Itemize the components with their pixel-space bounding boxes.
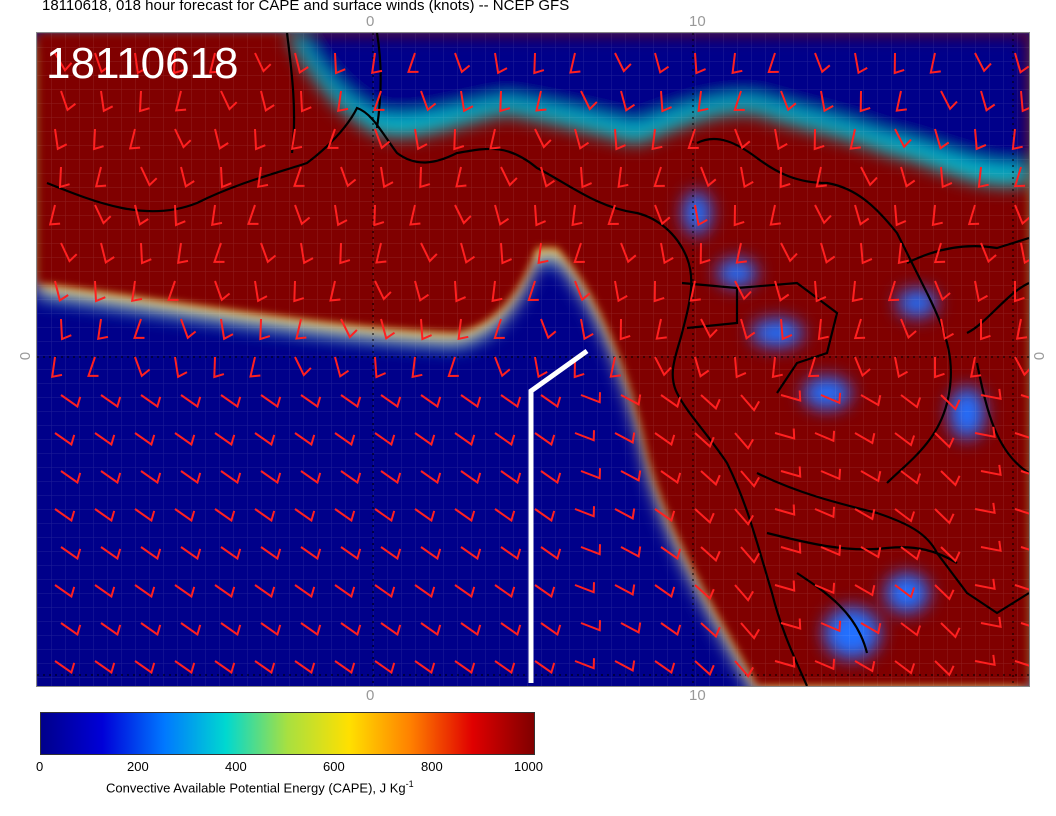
right-tick-0: 0 — [1030, 351, 1048, 361]
left-tick-0: 0 — [16, 351, 34, 361]
cape-field-svg — [37, 33, 1029, 686]
colorbar-caption-text: Convective Available Potential Energy (C… — [106, 780, 406, 796]
top-tick-10: 10 — [689, 13, 706, 30]
bottom-tick-0: 0 — [366, 687, 375, 704]
map-title: 18110618, 018 hour forecast for CAPE and… — [42, 0, 570, 14]
bottom-tick-10: 10 — [689, 687, 706, 704]
colorbar-label-400: 400 — [225, 759, 247, 774]
colorbar-caption-exponent: -1 — [405, 779, 414, 789]
colorbar-label-0: 0 — [36, 759, 44, 774]
colorbar-label-1000: 1000 — [514, 759, 543, 774]
cape-map — [36, 32, 1030, 687]
top-tick-0: 0 — [366, 13, 375, 30]
colorbar-label-600: 600 — [323, 759, 345, 774]
forecast-stamp: 18110618 — [46, 39, 239, 88]
colorbar-caption: Convective Available Potential Energy (C… — [106, 776, 414, 796]
cape-colorbar — [40, 712, 535, 755]
colorbar-label-800: 800 — [421, 759, 443, 774]
colorbar-label-200: 200 — [127, 759, 149, 774]
